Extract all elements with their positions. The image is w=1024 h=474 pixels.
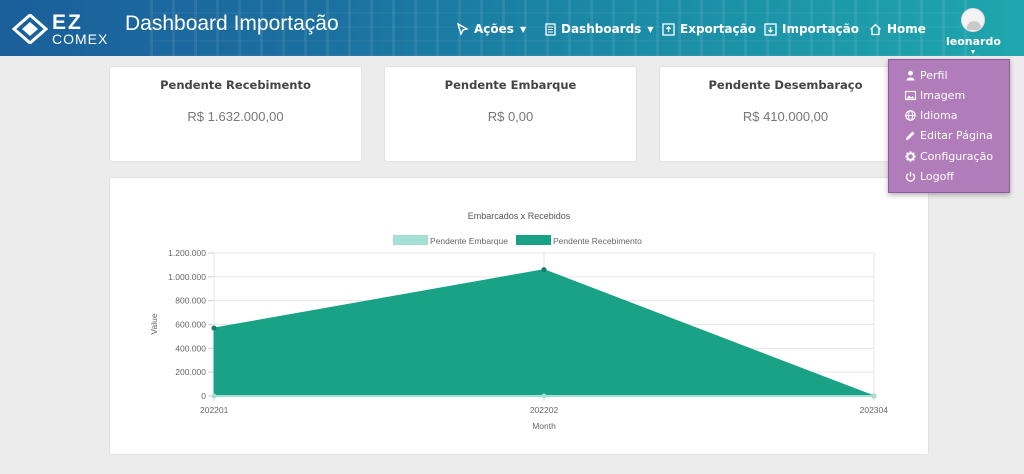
chevron-down-icon: ▼	[519, 24, 527, 34]
user-menu-toggle[interactable]: leonardo ▼	[946, 8, 1001, 56]
card-value: R$ 410.000,00	[742, 109, 829, 124]
user-name: leonardo	[946, 35, 1001, 48]
app-logo[interactable]: EZ COMEX	[8, 8, 108, 48]
nav-home-label: Home	[887, 22, 926, 36]
menu-item-logoff[interactable]: Logoff	[905, 170, 954, 183]
y-tick-label: 0	[201, 391, 206, 401]
x-tick-label: 202304	[860, 405, 889, 415]
chevron-down-icon: ▼	[647, 24, 654, 34]
y-tick-label: 1.000.000	[168, 272, 206, 282]
nav-acoes[interactable]: Ações ▼	[456, 22, 526, 36]
chart-legend[interactable]: Pendente Embarque Pendente Recebimento	[393, 235, 642, 246]
data-point	[211, 393, 217, 399]
y-axis-label: Value	[149, 313, 159, 334]
legend-swatch-recebimento	[516, 235, 551, 245]
y-tick-label: 200.000	[175, 367, 206, 377]
gear-icon	[905, 151, 916, 162]
card-pendente-recebimento: Pendente Recebimento R$ 1.632.000,00	[109, 66, 362, 162]
data-point	[871, 393, 877, 399]
card-pendente-embarque: Pendente Embarque R$ 0,00	[384, 66, 637, 162]
menu-item-perfil[interactable]: Perfil	[905, 69, 948, 82]
card-title: Pendente Desembaraço	[708, 78, 863, 92]
legend-label-recebimento: Pendente Recebimento	[553, 236, 642, 246]
cursor-pointer-icon	[456, 22, 469, 36]
y-tick-label: 600.000	[175, 320, 206, 330]
x-axis-ticks: 202201 202202 202304	[200, 405, 888, 415]
menu-item-label: Idioma	[920, 109, 958, 122]
card-title: Pendente Recebimento	[160, 78, 311, 92]
user-dropdown-menu: Perfil Imagem Idioma Editar Página Confi…	[888, 59, 1010, 193]
data-point	[211, 325, 217, 331]
card-value: R$ 1.632.000,00	[187, 109, 284, 124]
card-pendente-desembaraco: Pendente Desembaraço R$ 410.000,00	[659, 66, 912, 162]
data-point	[541, 393, 547, 399]
power-icon	[905, 171, 916, 182]
nav-importacao-label: Importação	[782, 22, 860, 36]
top-navbar: EZ COMEX Dashboard Importação Ações ▼ Da…	[0, 0, 1024, 56]
x-axis-label: Month	[532, 421, 556, 431]
nav-exportacao-label: Exportação	[680, 22, 756, 36]
menu-item-label: Configuração	[920, 150, 994, 163]
menu-item-label: Perfil	[920, 69, 948, 82]
globe-icon	[905, 110, 916, 121]
nav-importacao[interactable]: Importação	[764, 22, 859, 36]
y-tick-label: 1.200.000	[168, 248, 206, 258]
x-tick-label: 202202	[530, 405, 559, 415]
menu-item-editar-pagina[interactable]: Editar Página	[905, 129, 993, 142]
nav-dashboards-label: Dashboards	[561, 22, 642, 36]
nav-exportacao[interactable]: Exportação	[662, 22, 756, 36]
menu-item-idioma[interactable]: Idioma	[905, 109, 957, 122]
menu-item-configuracao[interactable]: Configuração	[905, 150, 993, 163]
y-tick-label: 800.000	[175, 296, 206, 306]
avatar	[961, 8, 985, 32]
y-axis-ticks: 0 200.000 400.000 600.000 800.000 1.000.000 1.…	[168, 248, 206, 401]
home-icon	[870, 23, 881, 35]
data-point	[541, 267, 547, 273]
download-box-icon	[764, 22, 777, 36]
caret-down-icon: ▼	[969, 49, 977, 56]
legend-label-embarque: Pendente Embarque	[430, 236, 508, 246]
y-tick-label: 400.000	[175, 343, 206, 353]
upload-box-icon	[662, 22, 675, 36]
series-area-pendente-recebimento	[213, 269, 875, 397]
legend-swatch-embarque	[393, 235, 428, 245]
embarcados-recebidos-chart: Embarcados x Recebidos Pendente Embarque…	[149, 211, 888, 431]
pencil-icon	[906, 131, 915, 140]
nav-acoes-label: Ações	[474, 22, 514, 36]
nav-dashboards[interactable]: Dashboards ▼	[545, 22, 653, 36]
chart-panel: Embarcados x Recebidos Pendente Embarque…	[109, 177, 929, 455]
menu-item-label: Editar Página	[920, 129, 993, 142]
document-icon	[545, 22, 556, 36]
card-title: Pendente Embarque	[444, 78, 577, 92]
x-tick-label: 202201	[200, 405, 229, 415]
logo-mark-icon	[12, 14, 48, 44]
chart-title: Embarcados x Recebidos	[468, 211, 571, 221]
menu-item-label: Imagem	[920, 89, 966, 102]
card-value: R$ 0,00	[487, 109, 534, 124]
user-icon	[906, 70, 915, 81]
logo-text-bottom: COMEX	[52, 31, 109, 47]
page-title: Dashboard Importação	[125, 12, 339, 35]
nav-home[interactable]: Home	[869, 22, 926, 36]
menu-item-label: Logoff	[920, 170, 954, 183]
image-icon	[905, 90, 916, 101]
menu-item-imagem[interactable]: Imagem	[905, 89, 965, 102]
chart-series	[211, 267, 877, 399]
